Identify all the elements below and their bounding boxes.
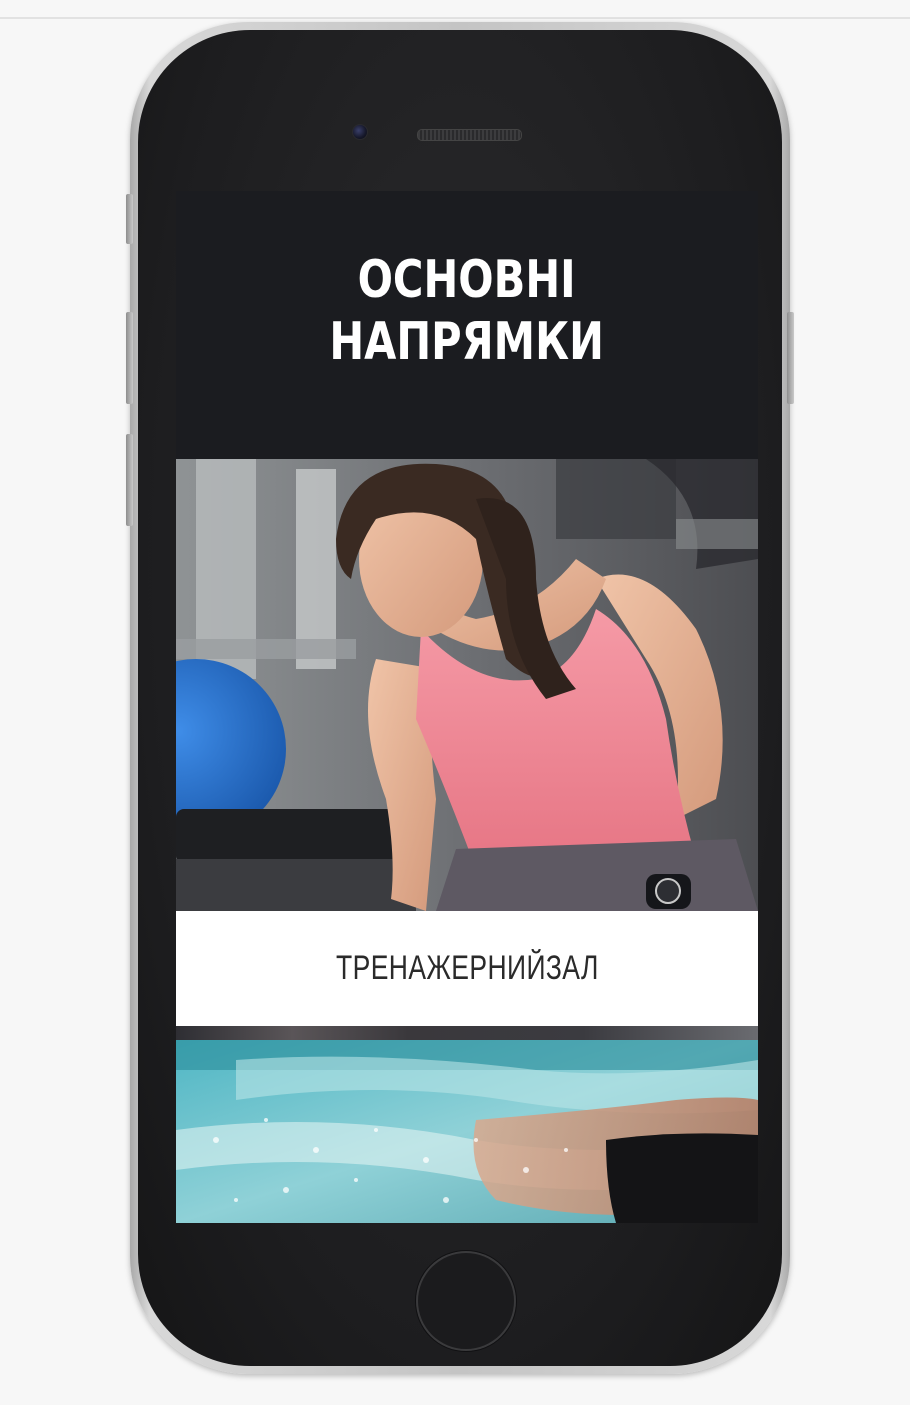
phone-screen: ОСНОВНІ НАПРЯМКИ ТРЕНАЖЕРНИЙЗАЛ [176, 191, 758, 1223]
home-button[interactable] [416, 1251, 516, 1351]
section-title-line-2: НАПРЯМКИ [329, 312, 605, 372]
gym-card-image[interactable] [176, 459, 758, 911]
front-camera-icon [352, 124, 368, 140]
section-title-line-1: ОСНОВНІ [357, 250, 577, 310]
pool-card-image[interactable] [176, 1040, 758, 1223]
pool-photo [176, 1040, 758, 1223]
earpiece-speaker [417, 129, 522, 141]
gym-photo [176, 459, 758, 911]
gym-card-title: ТРЕНАЖЕРНИЙЗАЛ [335, 949, 599, 987]
phone-mockup: ОСНОВНІ НАПРЯМКИ ТРЕНАЖЕРНИЙЗАЛ [126, 22, 794, 1374]
section-header: ОСНОВНІ НАПРЯМКИ [176, 191, 758, 459]
section-title: ОСНОВНІ НАПРЯМКИ [330, 249, 605, 373]
page-top-divider [0, 17, 910, 19]
phone-body: ОСНОВНІ НАПРЯМКИ ТРЕНАЖЕРНИЙЗАЛ [138, 30, 782, 1366]
volume-up-button [126, 312, 133, 404]
volume-down-button [126, 434, 133, 526]
next-card-top-edge [176, 1026, 758, 1040]
mute-switch [126, 194, 133, 244]
power-button [787, 312, 794, 404]
gym-card-label[interactable]: ТРЕНАЖЕРНИЙЗАЛ [176, 911, 758, 1026]
